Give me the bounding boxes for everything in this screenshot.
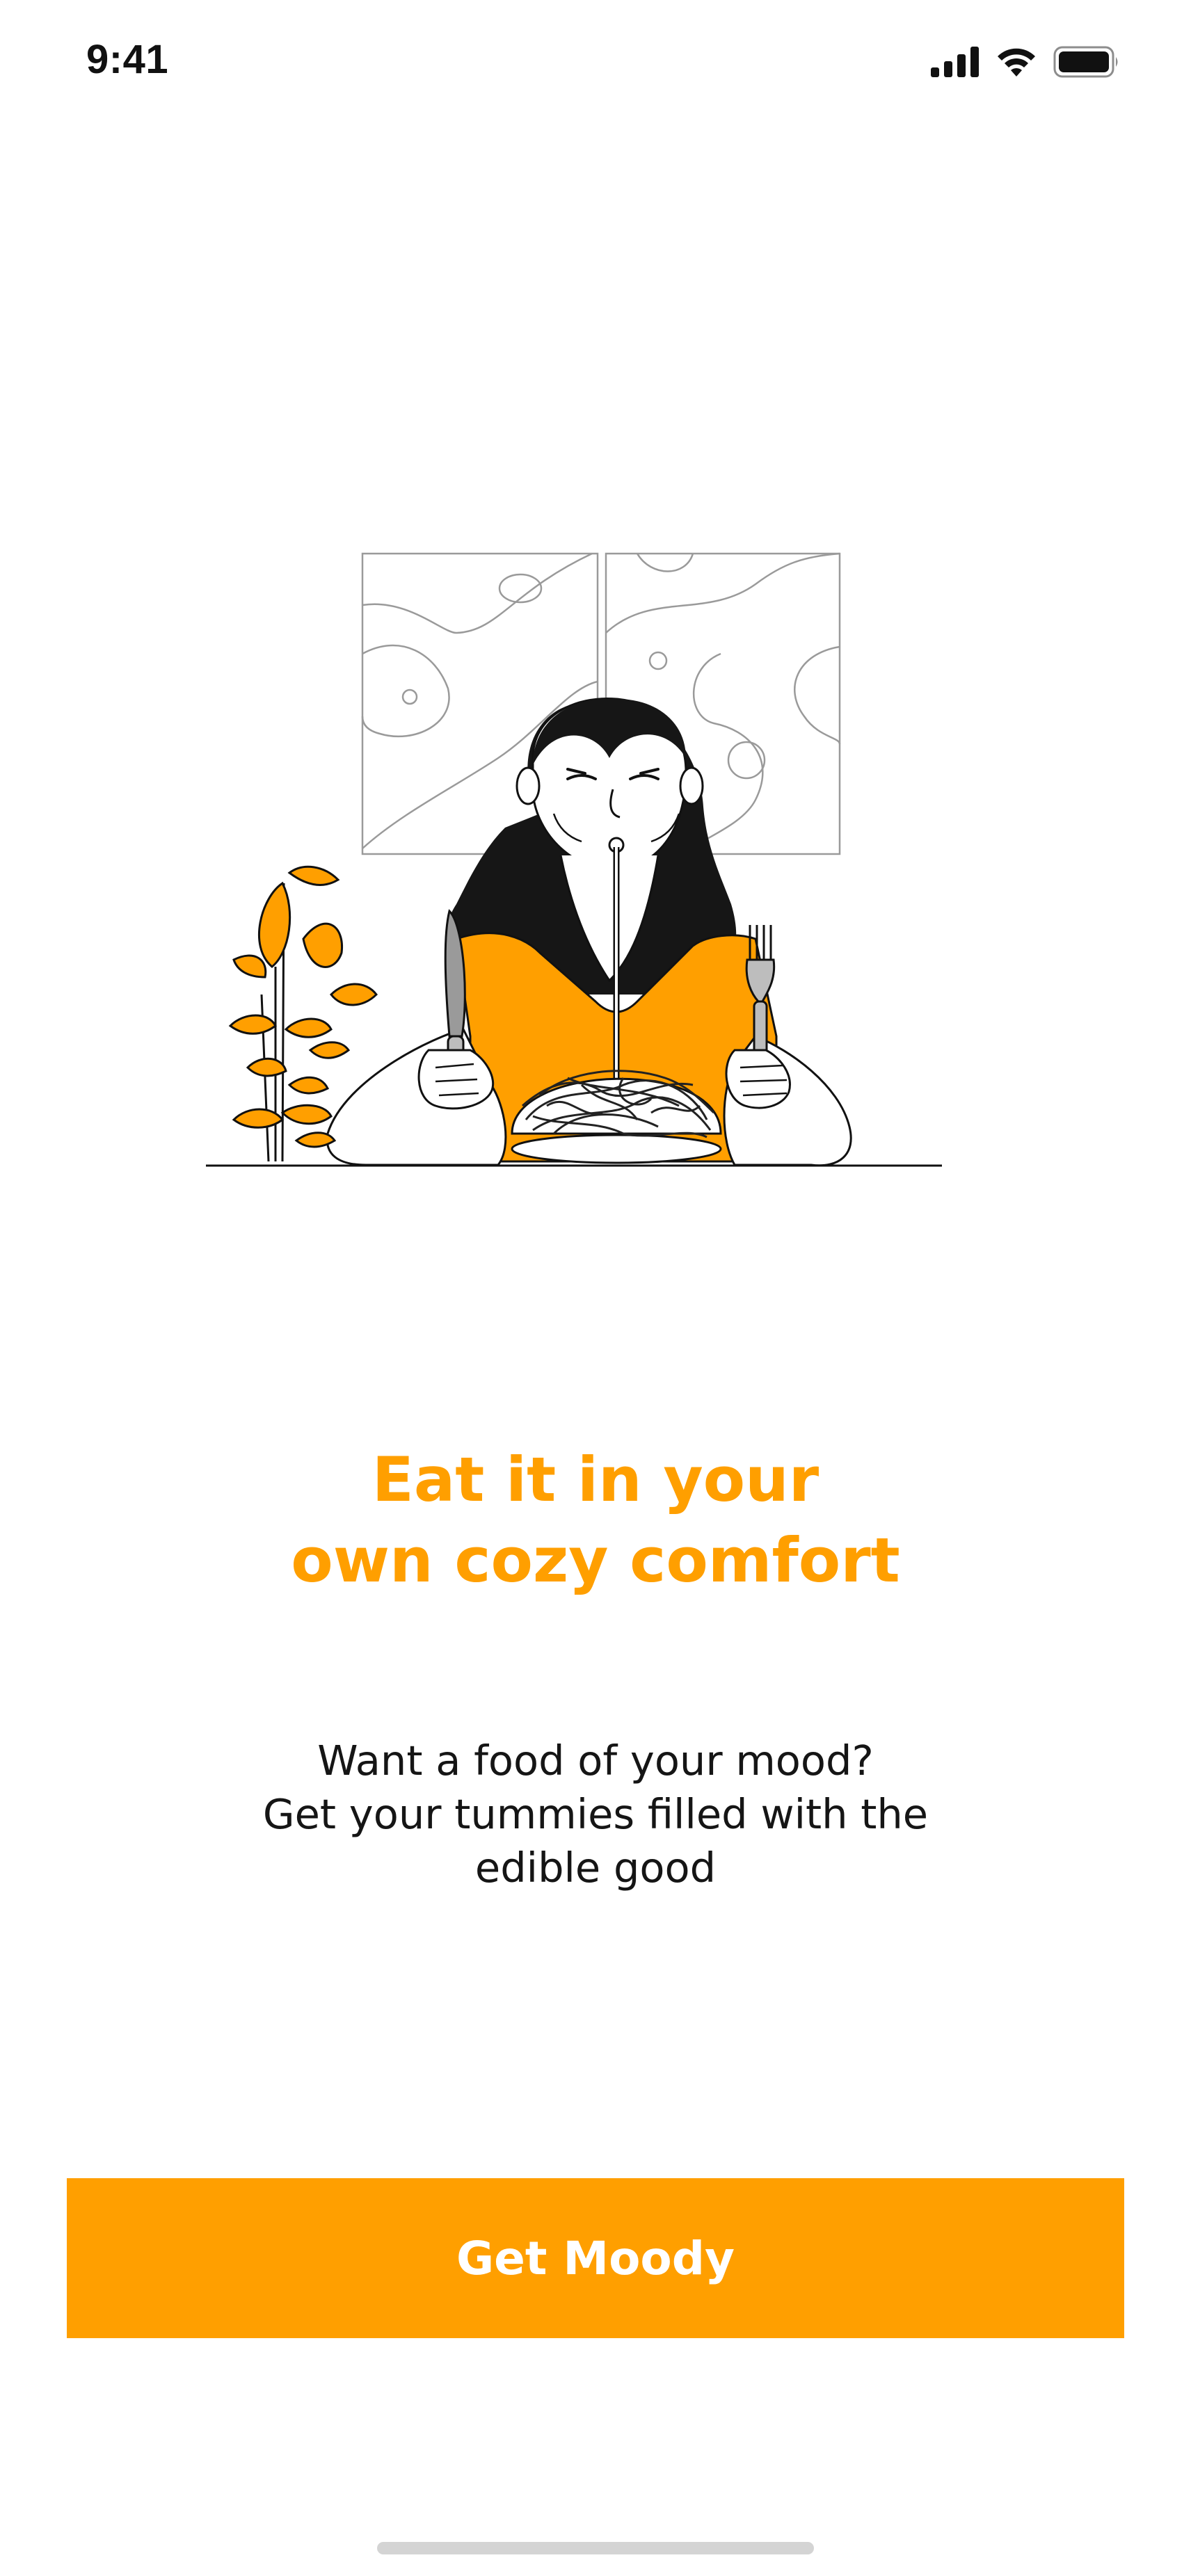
headline-line-2: own cozy comfort	[291, 1524, 900, 1596]
home-indicator[interactable]	[377, 2542, 814, 2554]
status-time: 9:41	[86, 37, 169, 82]
cellular-signal-icon	[931, 47, 980, 77]
subtitle-line-2: Get your tummies filled with the	[262, 1790, 929, 1838]
status-icons	[931, 45, 1120, 79]
battery-icon	[1053, 46, 1120, 78]
onboarding-subtitle: Want a food of your mood? Get your tummi…	[0, 1734, 1191, 1894]
subtitle-line-3: edible good	[474, 1844, 717, 1892]
subtitle-line-1: Want a food of your mood?	[317, 1737, 874, 1785]
get-moody-button[interactable]: Get Moody	[67, 2178, 1124, 2338]
headline-line-1: Eat it in your	[371, 1444, 820, 1515]
onboarding-headline: Eat it in your own cozy comfort	[0, 1440, 1191, 1601]
woman-eating-spaghetti-illustration	[206, 549, 943, 1175]
status-bar: 9:41	[0, 0, 1191, 125]
wifi-icon	[995, 46, 1038, 78]
